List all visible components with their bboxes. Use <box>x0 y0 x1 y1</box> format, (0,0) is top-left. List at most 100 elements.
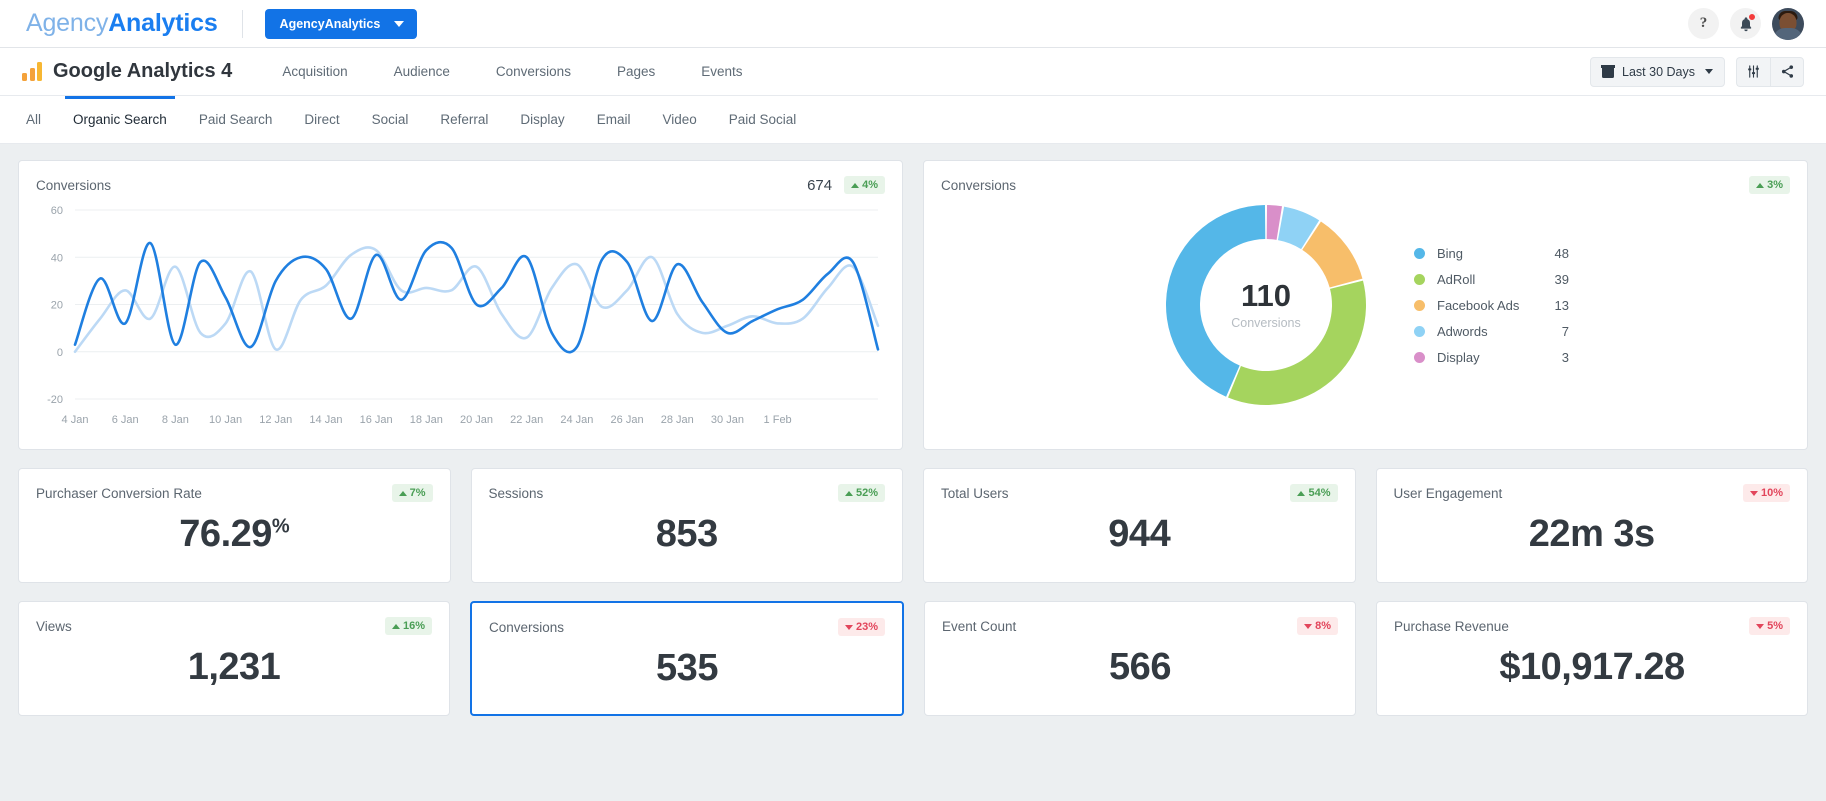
tab-social[interactable]: Social <box>356 96 425 143</box>
badge-label: 54% <box>1308 487 1330 499</box>
kpi-value: 566 <box>925 646 1355 689</box>
kpi-value: 22m 3s <box>1377 513 1808 556</box>
kpi-title: Sessions <box>489 486 544 501</box>
share-icon <box>1780 64 1795 79</box>
svg-text:20 Jan: 20 Jan <box>460 414 493 426</box>
legend-item[interactable]: Facebook Ads13 <box>1414 298 1569 313</box>
nav-item-audience[interactable]: Audience <box>371 64 473 79</box>
card-header-right: 8% <box>1297 617 1338 635</box>
card-header: Purchase Revenue5% <box>1377 602 1807 635</box>
kpi-card-purchase-revenue[interactable]: Purchase Revenue5% $10,917.28 <box>1376 601 1808 716</box>
kpi-title: Total Users <box>941 486 1009 501</box>
card-header: Sessions 52% <box>472 469 903 502</box>
line-chart: 6040200-204 Jan6 Jan8 Jan10 Jan12 Jan14 … <box>19 194 902 442</box>
trend-up-icon <box>399 491 407 496</box>
kpi-title: Views <box>36 619 72 634</box>
google-analytics-icon <box>22 62 42 81</box>
status-badge: 8% <box>1297 617 1338 635</box>
nav-item-events[interactable]: Events <box>678 64 765 79</box>
donut-legend: Bing48 AdRoll39 Facebook Ads13 Adwords7 Disp… <box>1414 246 1569 365</box>
svg-text:4 Jan: 4 Jan <box>62 414 89 426</box>
top-bar: AgencyAnalytics AgencyAnalytics ? <box>0 0 1826 48</box>
tab-email[interactable]: Email <box>581 96 647 143</box>
kpi-card-views[interactable]: Views16%1,231 <box>18 601 450 716</box>
legend-value: 13 <box>1541 298 1569 313</box>
svg-text:22 Jan: 22 Jan <box>510 414 543 426</box>
share-button[interactable] <box>1770 57 1804 87</box>
tab-display[interactable]: Display <box>504 96 580 143</box>
kpi-title: Event Count <box>942 619 1016 634</box>
chevron-down-icon <box>1705 69 1713 74</box>
status-badge: 16% <box>385 617 432 635</box>
status-badge: 10% <box>1743 484 1790 502</box>
tab-paid-search[interactable]: Paid Search <box>183 96 289 143</box>
donut-segment[interactable] <box>1166 205 1265 397</box>
card-header: Conversions 3% <box>924 161 1807 194</box>
legend-label: Display <box>1437 350 1541 365</box>
date-range-label: Last 30 Days <box>1622 65 1695 79</box>
tab-organic-search[interactable]: Organic Search <box>57 96 183 143</box>
legend-item[interactable]: AdRoll39 <box>1414 272 1569 287</box>
sliders-settings-icon <box>1746 64 1761 79</box>
kpi-card-total-users[interactable]: Total Users54%944 <box>923 468 1356 583</box>
status-badge: 54% <box>1290 484 1337 502</box>
conversions-line-card[interactable]: Conversions 674 4% 6040200-204 Jan6 Jan8… <box>18 160 903 450</box>
account-switcher-button[interactable]: AgencyAnalytics <box>265 9 418 39</box>
legend-color-dot <box>1414 300 1425 311</box>
date-range-picker[interactable]: Last 30 Days <box>1590 57 1725 87</box>
legend-item[interactable]: Display3 <box>1414 350 1569 365</box>
trend-up-icon <box>392 624 400 629</box>
svg-text:20: 20 <box>51 300 63 312</box>
tab-video[interactable]: Video <box>646 96 712 143</box>
svg-text:18 Jan: 18 Jan <box>410 414 443 426</box>
settings-button[interactable] <box>1736 57 1770 87</box>
conversions-donut-card[interactable]: Conversions 3% 110 Conversions Bing48A <box>923 160 1808 450</box>
avatar[interactable] <box>1772 8 1804 40</box>
notifications-button[interactable] <box>1730 8 1761 39</box>
app-logo[interactable]: AgencyAnalytics <box>26 9 218 38</box>
kpi-card-user-engagement[interactable]: User Engagement 10% 22m 3s <box>1376 468 1809 583</box>
kpi-card-sessions[interactable]: Sessions52%853 <box>471 468 904 583</box>
kpi-card-conversions[interactable]: Conversions23%535 <box>470 601 904 716</box>
tab-referral[interactable]: Referral <box>424 96 504 143</box>
nav-item-pages[interactable]: Pages <box>594 64 678 79</box>
status-badge: 5% <box>1749 617 1790 635</box>
kpi-card-event-count[interactable]: Event Count 8% 566 <box>924 601 1356 716</box>
legend-item[interactable]: Bing48 <box>1414 246 1569 261</box>
badge-label: 7% <box>410 487 426 499</box>
line-chart-svg: 6040200-204 Jan6 Jan8 Jan10 Jan12 Jan14 … <box>23 202 892 437</box>
kpi-value: $10,917.28 <box>1377 646 1807 689</box>
legend-item[interactable]: Adwords7 <box>1414 324 1569 339</box>
kpi-value: 535 <box>472 647 902 690</box>
svg-text:40: 40 <box>51 252 63 264</box>
card-header-right: 10% <box>1743 484 1790 502</box>
trend-up-icon <box>1297 491 1305 496</box>
nav-item-acquisition[interactable]: Acquisition <box>259 64 370 79</box>
donut-body: 110 Conversions Bing48 AdRoll39 Facebook A… <box>924 194 1807 426</box>
legend-value: 39 <box>1541 272 1569 287</box>
card-header-right: 16% <box>385 617 432 635</box>
legend-label: AdRoll <box>1437 272 1541 287</box>
help-icon: ? <box>1700 15 1708 32</box>
svg-text:-20: -20 <box>47 394 63 406</box>
kpi-card-purchaser-conversion-rate[interactable]: Purchaser Conversion Rate7%76.29% <box>18 468 451 583</box>
donut-segment[interactable] <box>1228 281 1366 405</box>
card-header: Event Count 8% <box>925 602 1355 635</box>
page-title: Google Analytics 4 <box>53 60 232 83</box>
kpi-title: User Engagement <box>1394 486 1503 501</box>
nav-item-conversions[interactable]: Conversions <box>473 64 594 79</box>
trend-down-icon <box>1750 491 1758 496</box>
svg-text:28 Jan: 28 Jan <box>661 414 694 426</box>
brand-bold: Analytics <box>108 9 217 37</box>
card-title: Conversions <box>36 178 111 193</box>
charts-row: Conversions 674 4% 6040200-204 Jan6 Jan8… <box>18 160 1808 450</box>
tab-paid-social[interactable]: Paid Social <box>713 96 813 143</box>
badge-label: 3% <box>1767 179 1783 191</box>
badge-label: 8% <box>1315 620 1331 632</box>
card-header-right: 52% <box>838 484 885 502</box>
tab-all[interactable]: All <box>10 96 57 143</box>
report-header-actions: Last 30 Days <box>1590 57 1804 87</box>
help-button[interactable]: ? <box>1688 8 1719 39</box>
tab-direct[interactable]: Direct <box>288 96 355 143</box>
donut-chart[interactable]: 110 Conversions <box>1162 201 1370 409</box>
